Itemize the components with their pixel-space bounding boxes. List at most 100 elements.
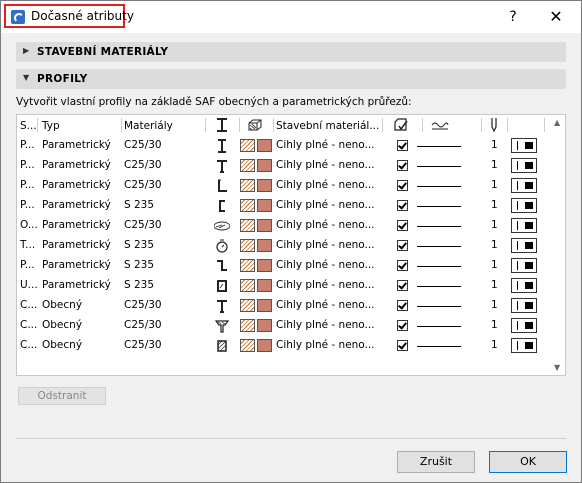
fill-color-swatch[interactable] bbox=[257, 259, 272, 272]
visibility-toggle-icon[interactable] bbox=[511, 278, 537, 293]
profile-column-icon[interactable] bbox=[214, 117, 230, 133]
pen-value[interactable]: 1 bbox=[491, 199, 498, 211]
column-header-building-material[interactable]: Stavební materiál... bbox=[276, 120, 379, 132]
line-type-column-icon[interactable] bbox=[430, 117, 450, 133]
remove-button[interactable]: Odstranit bbox=[18, 387, 106, 405]
line-type-sample[interactable] bbox=[417, 206, 461, 207]
pen-column-icon[interactable] bbox=[486, 117, 502, 133]
pen-value[interactable]: 1 bbox=[491, 219, 498, 231]
row-building-material-cell[interactable]: Cihly plné - neno... bbox=[276, 239, 375, 251]
cut-fill-pattern-icon[interactable] bbox=[240, 239, 255, 252]
fill-color-swatch[interactable] bbox=[257, 139, 272, 152]
override-checkbox[interactable] bbox=[397, 140, 408, 151]
row-building-material-cell[interactable]: Cihly plné - neno... bbox=[276, 259, 375, 271]
fill-color-swatch[interactable] bbox=[257, 279, 272, 292]
pen-value[interactable]: 1 bbox=[491, 259, 498, 271]
override-checkbox[interactable] bbox=[397, 300, 408, 311]
row-building-material-cell[interactable]: Cihly plné - neno... bbox=[276, 299, 375, 311]
row-building-material-cell[interactable]: Cihly plné - neno... bbox=[276, 199, 375, 211]
override-column-icon[interactable] bbox=[393, 117, 409, 133]
override-checkbox[interactable] bbox=[397, 180, 408, 191]
visibility-toggle-icon[interactable] bbox=[511, 218, 537, 233]
pen-value[interactable]: 1 bbox=[491, 159, 498, 171]
visibility-toggle-icon[interactable] bbox=[511, 338, 537, 353]
pen-value[interactable]: 1 bbox=[491, 239, 498, 251]
line-type-sample[interactable] bbox=[417, 286, 461, 287]
line-type-sample[interactable] bbox=[417, 326, 461, 327]
fill-color-swatch[interactable] bbox=[257, 319, 272, 332]
cancel-button[interactable]: Zrušit bbox=[397, 451, 475, 473]
fill-color-swatch[interactable] bbox=[257, 159, 272, 172]
override-checkbox[interactable] bbox=[397, 320, 408, 331]
fill-color-swatch[interactable] bbox=[257, 239, 272, 252]
cut-fill-pattern-icon[interactable] bbox=[240, 159, 255, 172]
table-row[interactable]: P... Parametrický S 235 Cihly plné - neno..… bbox=[17, 196, 565, 216]
cut-fill-pattern-icon[interactable] bbox=[240, 339, 255, 352]
cut-fill-pattern-icon[interactable] bbox=[240, 139, 255, 152]
scroll-down-icon[interactable]: ▼ bbox=[554, 363, 560, 372]
fill-color-swatch[interactable] bbox=[257, 339, 272, 352]
line-type-sample[interactable] bbox=[417, 166, 461, 167]
line-type-sample[interactable] bbox=[417, 306, 461, 307]
column-header-s[interactable]: S... bbox=[20, 120, 37, 132]
override-checkbox[interactable] bbox=[397, 280, 408, 291]
override-checkbox[interactable] bbox=[397, 340, 408, 351]
line-type-sample[interactable] bbox=[417, 146, 461, 147]
visibility-toggle-icon[interactable] bbox=[511, 298, 537, 313]
pen-value[interactable]: 1 bbox=[491, 319, 498, 331]
fill-color-swatch[interactable] bbox=[257, 299, 272, 312]
line-type-sample[interactable] bbox=[417, 226, 461, 227]
cut-fill-pattern-icon[interactable] bbox=[240, 199, 255, 212]
pen-value[interactable]: 1 bbox=[491, 299, 498, 311]
close-button[interactable]: ✕ bbox=[546, 7, 566, 27]
table-row[interactable]: O... Parametrický C25/30 Cihly plné - neno.… bbox=[17, 216, 565, 236]
table-row[interactable]: P... Parametrický C25/30 Cihly plné - neno.… bbox=[17, 136, 565, 156]
pen-value[interactable]: 1 bbox=[491, 139, 498, 151]
section-building-materials[interactable]: ▶ STAVEBNÍ MATERIÁLY bbox=[16, 42, 566, 62]
row-building-material-cell[interactable]: Cihly plné - neno... bbox=[276, 219, 375, 231]
line-type-sample[interactable] bbox=[417, 186, 461, 187]
cut-fill-pattern-icon[interactable] bbox=[240, 299, 255, 312]
override-checkbox[interactable] bbox=[397, 220, 408, 231]
override-checkbox[interactable] bbox=[397, 200, 408, 211]
override-checkbox[interactable] bbox=[397, 260, 408, 271]
ok-button[interactable]: OK bbox=[489, 451, 567, 473]
fill-color-swatch[interactable] bbox=[257, 219, 272, 232]
visibility-toggle-icon[interactable] bbox=[511, 178, 537, 193]
row-building-material-cell[interactable]: Cihly plné - neno... bbox=[276, 159, 375, 171]
visibility-toggle-icon[interactable] bbox=[511, 198, 537, 213]
row-building-material-cell[interactable]: Cihly plné - neno... bbox=[276, 279, 375, 291]
section-profiles[interactable]: ▼ PROFILY bbox=[16, 69, 566, 89]
visibility-toggle-icon[interactable] bbox=[511, 158, 537, 173]
visibility-toggle-icon[interactable] bbox=[511, 138, 537, 153]
cut-fill-pattern-icon[interactable] bbox=[240, 279, 255, 292]
row-building-material-cell[interactable]: Cihly plné - neno... bbox=[276, 179, 375, 191]
column-header-type[interactable]: Typ bbox=[42, 120, 60, 132]
line-type-sample[interactable] bbox=[417, 246, 461, 247]
override-checkbox[interactable] bbox=[397, 240, 408, 251]
row-building-material-cell[interactable]: Cihly plné - neno... bbox=[276, 339, 375, 351]
override-checkbox[interactable] bbox=[397, 160, 408, 171]
visibility-toggle-icon[interactable] bbox=[511, 238, 537, 253]
table-row[interactable]: C... Obecný C25/30 Cihly plné - neno... 1 bbox=[17, 316, 565, 336]
row-building-material-cell[interactable]: Cihly plné - neno... bbox=[276, 139, 375, 151]
table-row[interactable]: U... Parametrický S 235 Cihly plné - neno..… bbox=[17, 276, 565, 296]
fill-color-swatch[interactable] bbox=[257, 179, 272, 192]
visibility-toggle-icon[interactable] bbox=[511, 318, 537, 333]
table-row[interactable]: T... Parametrický S 235 Cihly plné - neno..… bbox=[17, 236, 565, 256]
scroll-up-icon[interactable]: ▲ bbox=[554, 118, 560, 127]
cut-fill-pattern-icon[interactable] bbox=[240, 219, 255, 232]
help-button[interactable]: ? bbox=[503, 7, 523, 27]
row-building-material-cell[interactable]: Cihly plné - neno... bbox=[276, 319, 375, 331]
cut-fill-column-icon[interactable] bbox=[247, 117, 263, 133]
line-type-sample[interactable] bbox=[417, 346, 461, 347]
pen-value[interactable]: 1 bbox=[491, 179, 498, 191]
pen-value[interactable]: 1 bbox=[491, 279, 498, 291]
table-row[interactable]: P... Parametrický C25/30 Cihly plné - neno.… bbox=[17, 176, 565, 196]
table-row[interactable]: C... Obecný C25/30 Cihly plné - neno... 1 bbox=[17, 296, 565, 316]
cut-fill-pattern-icon[interactable] bbox=[240, 179, 255, 192]
cut-fill-pattern-icon[interactable] bbox=[240, 259, 255, 272]
visibility-toggle-icon[interactable] bbox=[511, 258, 537, 273]
pen-value[interactable]: 1 bbox=[491, 339, 498, 351]
line-type-sample[interactable] bbox=[417, 266, 461, 267]
